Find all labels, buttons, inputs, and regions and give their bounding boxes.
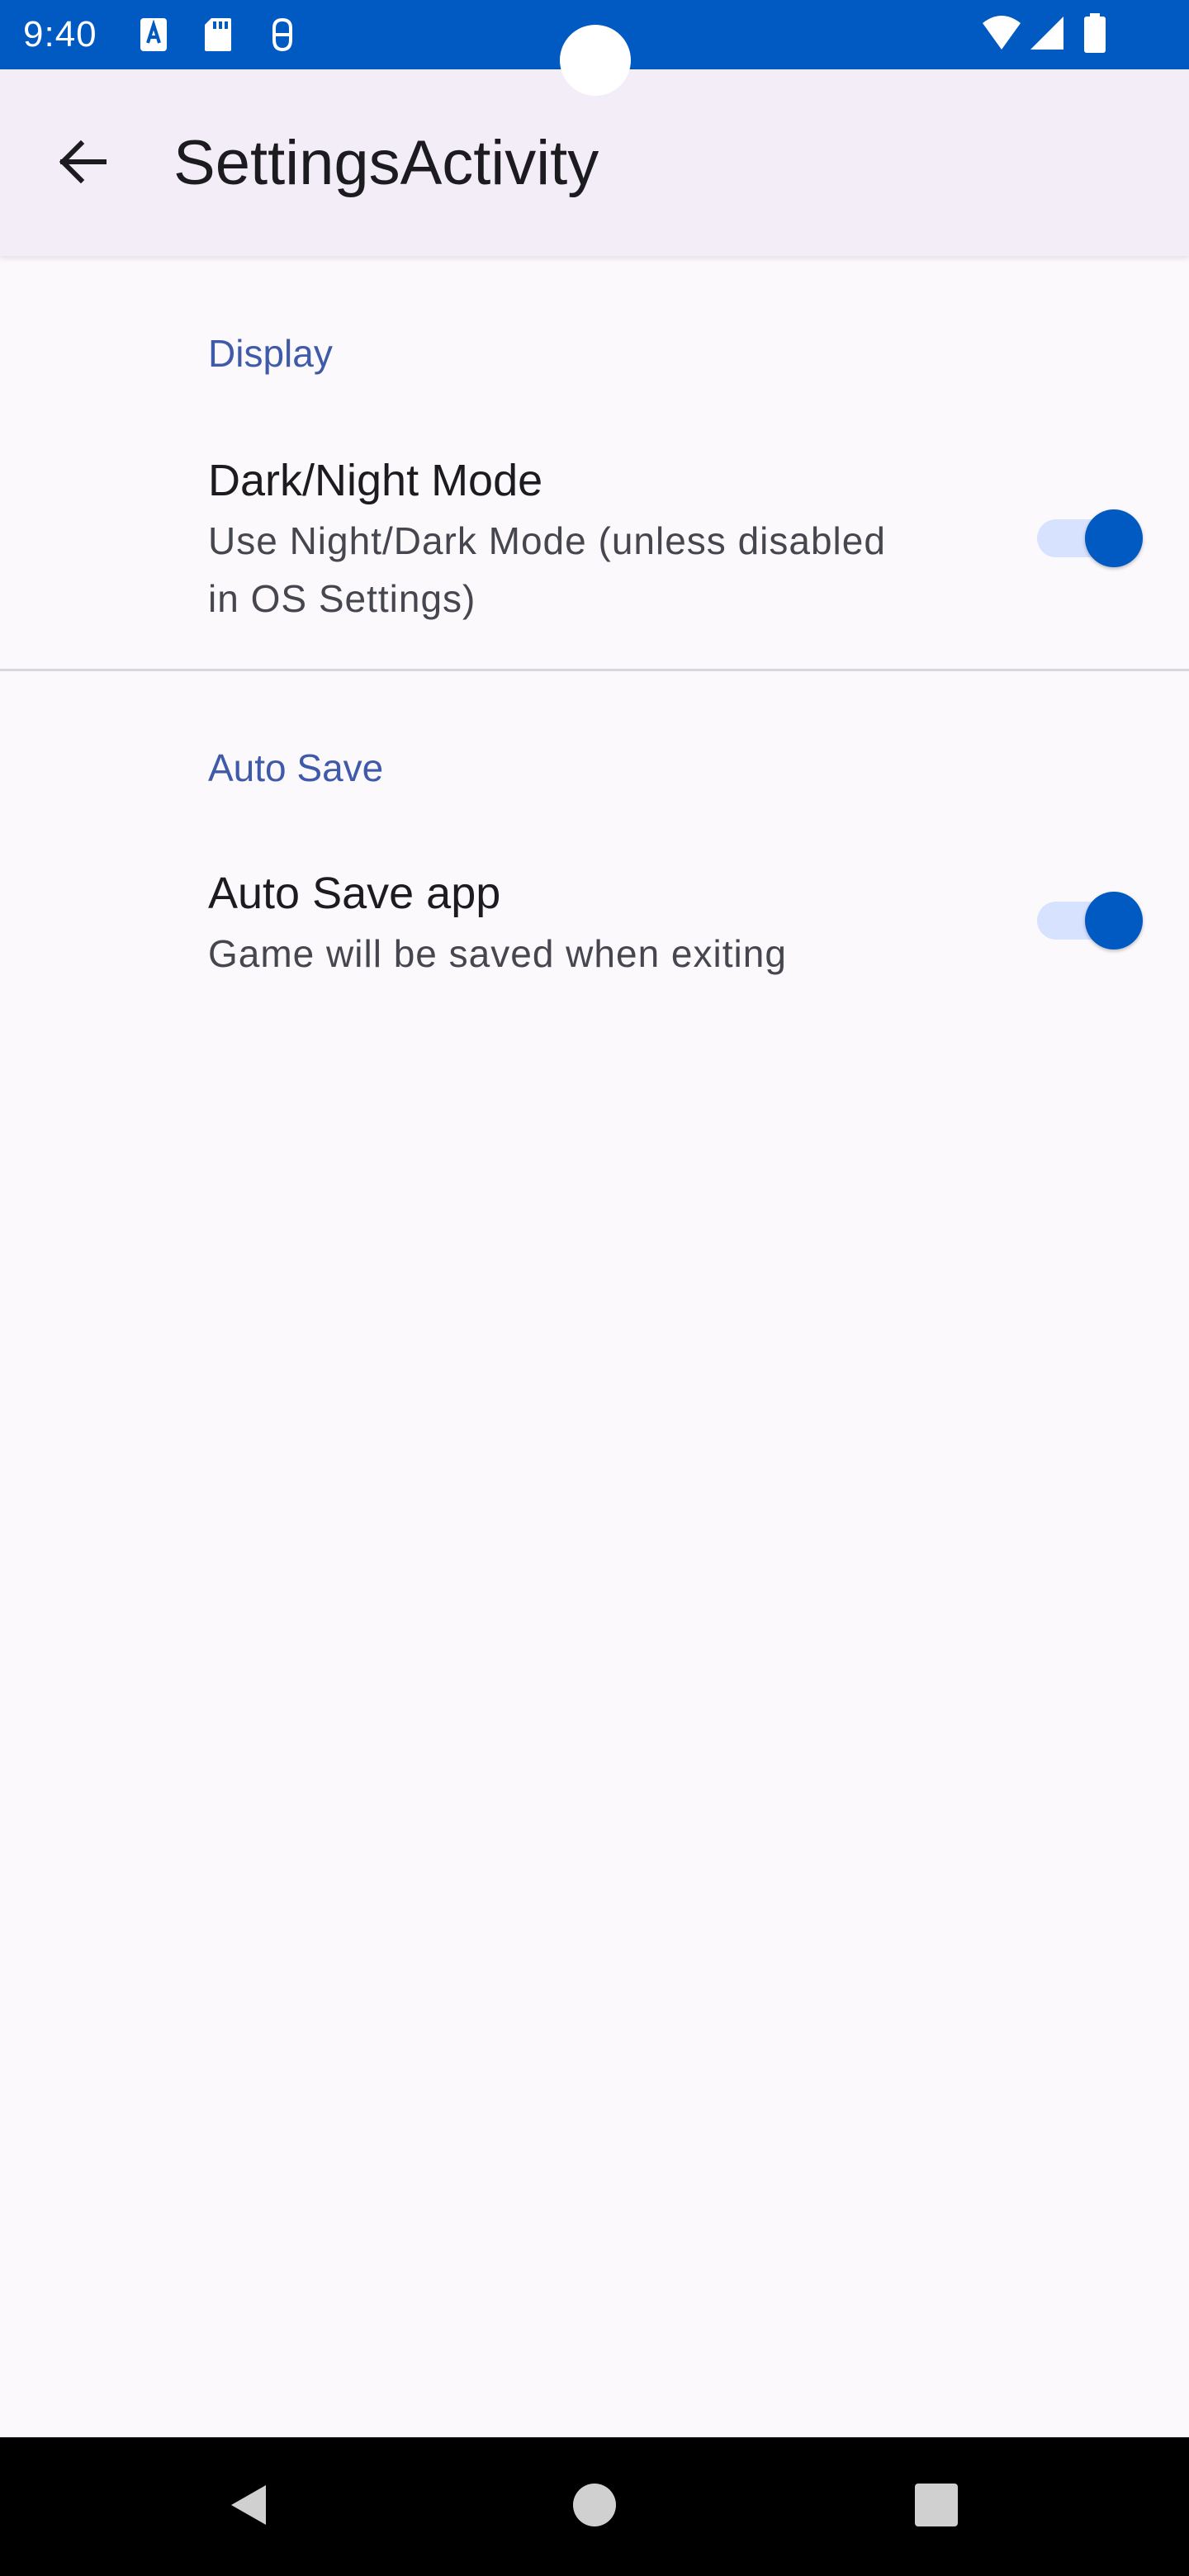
camera-cutout bbox=[560, 25, 631, 96]
status-bar: 9:40 bbox=[0, 0, 1189, 96]
signal-icon bbox=[1029, 15, 1065, 55]
screen: 9:40 SettingsActivity Display Dark/Night… bbox=[0, 0, 1189, 2576]
nav-back-button[interactable] bbox=[200, 2457, 299, 2556]
arrow-back-icon bbox=[56, 135, 109, 192]
sd-card-icon bbox=[203, 17, 233, 57]
category-auto-save: Auto Save bbox=[208, 746, 384, 789]
pref-auto-save-summary: Game will be saved when exiting bbox=[208, 932, 787, 975]
page-title: SettingsActivity bbox=[173, 128, 599, 198]
nav-recents-icon bbox=[913, 2482, 959, 2532]
battery-icon bbox=[1083, 13, 1106, 57]
status-time: 9:40 bbox=[23, 14, 97, 54]
back-button[interactable] bbox=[36, 117, 129, 210]
app-bar: SettingsActivity bbox=[0, 69, 1189, 256]
pref-auto-save-title: Auto Save app bbox=[208, 869, 501, 918]
divider bbox=[0, 669, 1189, 671]
navigation-bar bbox=[0, 2437, 1189, 2576]
pref-dark-mode-title: Dark/Night Mode bbox=[208, 456, 543, 505]
nav-home-icon bbox=[571, 2482, 618, 2532]
pref-auto-save[interactable]: Auto Save app Game will be saved when ex… bbox=[0, 850, 1189, 999]
wifi-icon bbox=[981, 15, 1022, 55]
dark-mode-switch[interactable] bbox=[1030, 505, 1143, 571]
pref-dark-mode[interactable]: Dark/Night Mode Use Night/Dark Mode (unl… bbox=[0, 429, 1189, 636]
category-display: Display bbox=[208, 332, 333, 375]
auto-save-switch[interactable] bbox=[1030, 888, 1143, 954]
nav-recents-button[interactable] bbox=[887, 2457, 986, 2556]
nav-home-button[interactable] bbox=[545, 2457, 644, 2556]
pref-dark-mode-summary-line2: in OS Settings) bbox=[208, 577, 476, 620]
font-a-icon bbox=[139, 17, 168, 57]
bug-icon bbox=[268, 17, 297, 57]
nav-back-icon bbox=[225, 2480, 274, 2534]
switch-thumb bbox=[1085, 892, 1143, 949]
switch-thumb bbox=[1085, 509, 1143, 567]
pref-dark-mode-summary-line1: Use Night/Dark Mode (unless disabled bbox=[208, 519, 886, 562]
